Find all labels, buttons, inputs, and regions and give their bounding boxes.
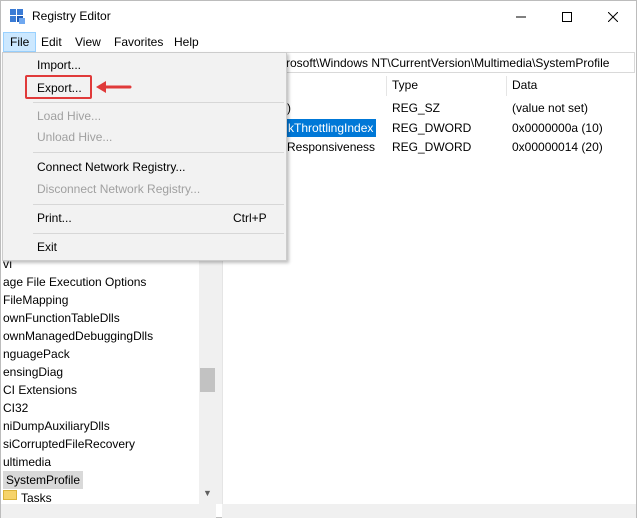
column-separator[interactable]	[506, 76, 507, 96]
menu-item-disconnect-network-registry: Disconnect Network Registry...	[3, 178, 286, 200]
maximize-button[interactable]	[544, 1, 590, 32]
menu-item-exit[interactable]: Exit	[3, 236, 286, 258]
menu-item-label: Exit	[37, 240, 58, 254]
value-data: (value not set)	[512, 101, 589, 115]
menu-item-label: Import...	[37, 58, 82, 72]
menu-item-connect-network-registry[interactable]: Connect Network Registry...	[3, 156, 286, 178]
menu-item-print[interactable]: Print... Ctrl+P	[3, 207, 286, 229]
red-arrow-icon	[96, 81, 132, 93]
tree-horizontal-scrollbar[interactable]	[1, 504, 216, 518]
value-type: REG_DWORD	[392, 140, 472, 154]
value-type: REG_SZ	[392, 101, 441, 115]
tree-item[interactable]: ownFunctionTableDlls	[3, 309, 120, 327]
scroll-down-arrow-icon[interactable]: ▼	[199, 484, 216, 501]
scrollbar-thumb[interactable]	[200, 368, 215, 392]
menu-view[interactable]: View	[69, 32, 107, 52]
column-separator[interactable]	[386, 76, 387, 96]
value-data: 0x00000014 (20)	[512, 140, 603, 154]
address-path: rosoft\Windows NT\CurrentVersion\Multime…	[286, 56, 610, 70]
minimize-button[interactable]	[498, 1, 544, 32]
value-data: 0x0000000a (10)	[512, 121, 603, 135]
tree-item[interactable]: nguagePack	[3, 345, 70, 363]
close-icon	[608, 11, 618, 22]
title-bar: Registry Editor	[1, 1, 636, 32]
registry-editor-window: Registry Editor File Edit View Favorites…	[0, 0, 637, 518]
value-type: REG_DWORD	[392, 121, 472, 135]
tree-item-selected[interactable]: SystemProfile	[3, 471, 84, 489]
value-name: )	[287, 101, 291, 115]
tree-item[interactable]: CI Extensions	[3, 381, 77, 399]
menu-edit[interactable]: Edit	[35, 32, 68, 52]
tree-item[interactable]: ensingDiag	[3, 363, 63, 381]
menu-favorites[interactable]: Favorites	[108, 32, 169, 52]
value-name: Responsiveness	[287, 140, 376, 154]
menu-item-label: Print...	[37, 211, 72, 225]
tree-item[interactable]: age File Execution Options	[3, 273, 146, 291]
tree-item[interactable]: ownManagedDebuggingDlls	[3, 327, 153, 345]
registry-editor-icon	[10, 9, 25, 24]
menu-item-label: Disconnect Network Registry...	[37, 182, 201, 196]
menu-item-load-hive: Load Hive...	[3, 105, 286, 127]
menu-separator	[33, 102, 284, 103]
menu-item-import[interactable]: Import...	[3, 54, 286, 76]
tree-item[interactable]: niDumpAuxiliaryDlls	[3, 417, 110, 435]
column-header-data[interactable]: Data	[512, 78, 537, 92]
menu-item-label: Connect Network Registry...	[37, 160, 186, 174]
tree-item[interactable]: siCorruptedFileRecovery	[3, 435, 135, 453]
menu-separator	[33, 233, 284, 234]
menu-item-unload-hive: Unload Hive...	[3, 126, 286, 148]
window-title: Registry Editor	[32, 9, 111, 23]
export-highlight-box	[25, 75, 92, 99]
menu-item-label: Load Hive...	[37, 109, 102, 123]
menu-bar: File Edit View Favorites Help	[1, 32, 636, 52]
menu-separator	[33, 152, 284, 153]
close-button[interactable]	[590, 1, 636, 32]
menu-item-label: Unload Hive...	[37, 130, 113, 144]
column-header-type[interactable]: Type	[392, 78, 418, 92]
list-horizontal-scrollbar[interactable]	[222, 504, 636, 518]
menu-file[interactable]: File	[3, 32, 37, 52]
minimize-icon	[516, 16, 526, 17]
menu-separator	[33, 204, 284, 205]
folder-icon	[3, 490, 17, 500]
menu-help[interactable]: Help	[168, 32, 205, 52]
tree-item[interactable]: FileMapping	[3, 291, 68, 309]
tree-item[interactable]: CI32	[3, 399, 28, 417]
menu-item-shortcut: Ctrl+P	[233, 211, 267, 225]
value-name: kThrottlingIndex	[285, 119, 377, 137]
tree-item[interactable]: ultimedia	[3, 453, 51, 471]
maximize-icon	[562, 11, 572, 22]
tree-item[interactable]: Tasks	[21, 489, 52, 504]
